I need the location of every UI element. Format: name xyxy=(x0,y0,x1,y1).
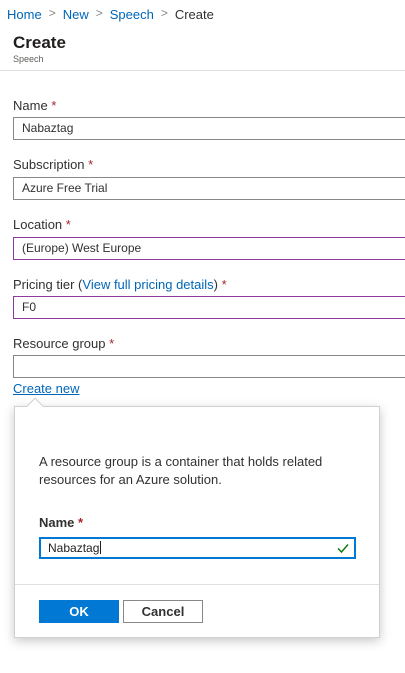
required-marker: * xyxy=(88,157,94,172)
page-header: Create Speech xyxy=(13,33,66,64)
cancel-button[interactable]: Cancel xyxy=(123,600,203,623)
subscription-label: Subscription * xyxy=(13,157,94,172)
popup-description: A resource group is a container that hol… xyxy=(39,454,323,487)
ok-button[interactable]: OK xyxy=(39,600,119,623)
breadcrumb-new-link[interactable]: New xyxy=(63,7,89,22)
required-marker: * xyxy=(78,515,84,530)
name-input-value: Nabaztag xyxy=(22,121,74,135)
breadcrumb-separator-icon: > xyxy=(160,6,168,20)
breadcrumb-separator-icon: > xyxy=(48,6,56,20)
breadcrumb-current: Create xyxy=(174,6,214,22)
breadcrumb-separator-icon: > xyxy=(95,6,103,20)
breadcrumb: Home > New > Speech > Create xyxy=(7,6,214,22)
create-resource-group-popup: A resource group is a container that hol… xyxy=(14,397,380,638)
required-marker: * xyxy=(109,336,115,351)
breadcrumb-home-link[interactable]: Home xyxy=(7,7,42,22)
resource-group-name-value: Nabaztag xyxy=(48,541,100,555)
text-caret xyxy=(100,541,102,554)
popup-arrow xyxy=(26,397,44,415)
popup-name-label: Name * xyxy=(39,515,84,530)
pricing-tier-select[interactable]: F0 xyxy=(13,296,405,319)
subscription-select[interactable]: Azure Free Trial xyxy=(13,177,405,200)
required-marker: * xyxy=(65,217,71,232)
resource-group-label: Resource group * xyxy=(13,336,115,351)
pricing-tier-select-value: F0 xyxy=(22,300,37,314)
popup-divider xyxy=(15,584,379,585)
header-divider xyxy=(0,70,405,71)
location-select-value: (Europe) West Europe xyxy=(22,241,142,255)
create-new-link[interactable]: Create new xyxy=(13,381,79,396)
subscription-select-value: Azure Free Trial xyxy=(22,181,108,195)
pricing-tier-label: Pricing tier (View full pricing details)… xyxy=(13,277,227,292)
breadcrumb-speech-link[interactable]: Speech xyxy=(110,7,154,22)
required-marker: * xyxy=(51,98,57,113)
location-select[interactable]: (Europe) West Europe xyxy=(13,237,405,260)
checkmark-icon xyxy=(337,544,349,554)
page-subtitle: Speech xyxy=(13,54,44,64)
resource-group-name-input[interactable]: Nabaztag xyxy=(39,537,356,559)
view-pricing-details-link[interactable]: View full pricing details xyxy=(82,277,213,292)
page-title: Create xyxy=(13,33,66,52)
name-input[interactable]: Nabaztag xyxy=(13,117,405,140)
required-marker: * xyxy=(221,277,227,292)
name-label: Name * xyxy=(13,98,57,113)
location-label: Location * xyxy=(13,217,71,232)
resource-group-select[interactable] xyxy=(13,355,405,378)
